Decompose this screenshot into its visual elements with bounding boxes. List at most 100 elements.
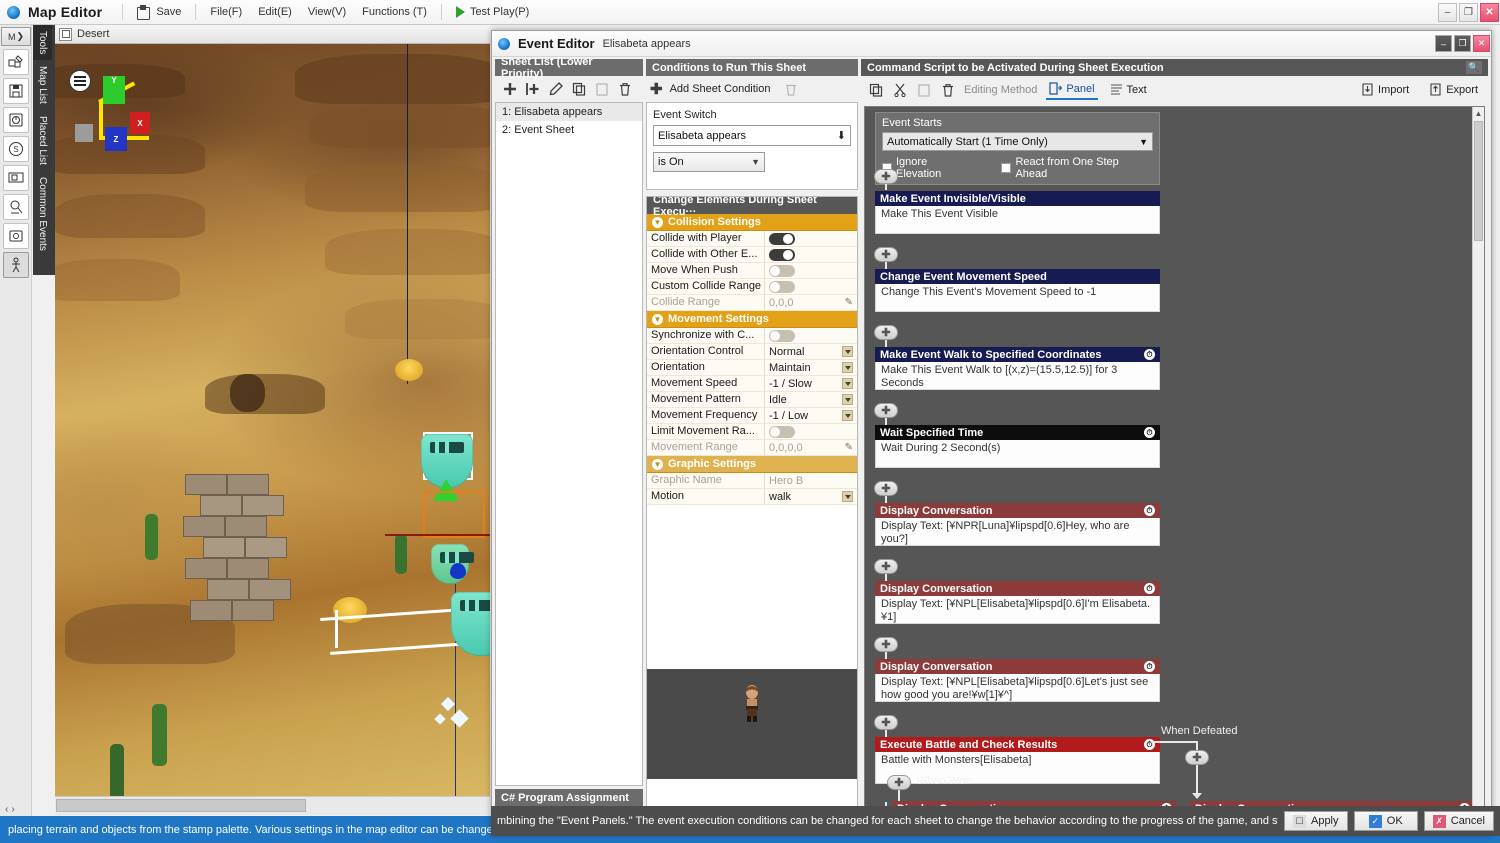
- tab-panel[interactable]: Panel: [1046, 80, 1097, 100]
- maximize-button[interactable]: ❐: [1459, 3, 1478, 22]
- property-row[interactable]: Movement Frequency -1 / Low: [647, 408, 857, 424]
- axis-arrow-x[interactable]: [385, 534, 490, 536]
- close-button[interactable]: ✕: [1480, 3, 1499, 22]
- cut-icon[interactable]: [892, 83, 907, 98]
- apply-button[interactable]: ☐ Apply: [1284, 811, 1348, 831]
- property-value[interactable]: Idle: [765, 392, 857, 407]
- money-icon[interactable]: S: [3, 136, 29, 162]
- property-row[interactable]: Orientation Control Normal: [647, 344, 857, 360]
- property-row[interactable]: Motion walk: [647, 489, 857, 505]
- toggle-switch[interactable]: [769, 265, 795, 277]
- property-row[interactable]: Movement Speed -1 / Slow: [647, 376, 857, 392]
- event-panel[interactable]: Wait Specified Time ⏱ Wait During 2 Seco…: [875, 425, 1160, 468]
- add-panel-button[interactable]: ✚: [874, 637, 898, 652]
- menu-edit[interactable]: Edit(E): [250, 3, 300, 21]
- property-value[interactable]: Maintain: [765, 360, 857, 375]
- add-panel-button[interactable]: ✚: [874, 715, 898, 730]
- map-horizontal-scrollbar[interactable]: [55, 796, 490, 815]
- property-value[interactable]: [765, 328, 857, 343]
- stamp-tool-icon[interactable]: [3, 49, 29, 75]
- ee-maximize-button[interactable]: ❐: [1454, 35, 1471, 52]
- event-panel[interactable]: Change Event Movement Speed Change This …: [875, 269, 1160, 312]
- event-panel-canvas[interactable]: Event Starts Automatically Start (1 Time…: [864, 106, 1485, 828]
- event-panel[interactable]: Display Conversation ⏱ Display Text: [¥N…: [875, 659, 1160, 702]
- dropdown-arrow-icon[interactable]: [842, 410, 853, 421]
- toggle-switch[interactable]: [769, 330, 795, 342]
- property-value[interactable]: [765, 247, 857, 262]
- dropdown-arrow-icon[interactable]: [842, 491, 853, 502]
- copy-sheet-icon[interactable]: [571, 82, 586, 97]
- add-panel-button[interactable]: ✚: [874, 247, 898, 262]
- add-panel-button[interactable]: ✚: [874, 559, 898, 574]
- toggle-switch[interactable]: [769, 281, 795, 293]
- import-button[interactable]: Import: [1358, 81, 1412, 99]
- export-button[interactable]: Export: [1426, 81, 1481, 99]
- tab-text[interactable]: Text: [1107, 81, 1150, 99]
- add-panel-button[interactable]: ✚: [887, 775, 911, 790]
- test-play-button[interactable]: Test Play(P): [448, 3, 537, 21]
- property-row[interactable]: Collide with Other E...: [647, 247, 857, 263]
- copy-icon[interactable]: [868, 83, 883, 98]
- delete-icon[interactable]: [940, 83, 955, 98]
- search-person-icon[interactable]: [3, 194, 29, 220]
- save-map-icon[interactable]: [3, 78, 29, 104]
- property-value[interactable]: Normal: [765, 344, 857, 359]
- dropdown-arrow-icon[interactable]: [842, 362, 853, 373]
- property-value[interactable]: -1 / Slow: [765, 376, 857, 391]
- dock-tab-map-list[interactable]: Map List: [33, 60, 52, 110]
- waypoint-pin[interactable]: [450, 563, 466, 579]
- ok-button[interactable]: ✓ OK: [1354, 811, 1418, 831]
- group-graphic-settings[interactable]: ▼ Graphic Settings: [647, 456, 857, 473]
- group-movement-settings[interactable]: ▼ Movement Settings: [647, 311, 857, 328]
- toggle-switch[interactable]: [769, 233, 795, 245]
- map-nav-next[interactable]: ›: [11, 804, 14, 815]
- rename-sheet-icon[interactable]: [548, 82, 563, 97]
- property-value[interactable]: walk: [765, 489, 857, 504]
- property-value[interactable]: [765, 424, 857, 439]
- dock-tab-placed-list[interactable]: Placed List: [33, 110, 52, 171]
- save-button[interactable]: Save: [129, 3, 189, 22]
- dropdown-arrow-icon[interactable]: [842, 346, 853, 357]
- property-value[interactable]: [765, 279, 857, 294]
- react-one-step-ahead-checkbox[interactable]: React from One Step Ahead: [1001, 156, 1153, 180]
- sheet-list-item[interactable]: 2: Event Sheet: [496, 121, 642, 139]
- dock-tab-common-events[interactable]: Common Events: [33, 171, 52, 257]
- dropdown-arrow-icon[interactable]: [842, 378, 853, 389]
- screen-icon[interactable]: [3, 165, 29, 191]
- insert-sheet-icon[interactable]: [525, 82, 540, 97]
- event-switch-select[interactable]: Elisabeta appears ⬇: [653, 125, 851, 146]
- property-row[interactable]: Orientation Maintain: [647, 360, 857, 376]
- map-nav-prev[interactable]: ‹: [5, 804, 8, 815]
- add-panel-button[interactable]: ✚: [874, 481, 898, 496]
- menu-functions[interactable]: Functions (T): [354, 3, 435, 21]
- ee-minimize-button[interactable]: –: [1435, 35, 1452, 52]
- menu-view[interactable]: View(V): [300, 3, 354, 21]
- npc-entity[interactable]: [431, 544, 469, 584]
- add-panel-button[interactable]: ✚: [874, 169, 898, 184]
- map-tab-label[interactable]: Desert: [77, 28, 109, 40]
- canvas-vertical-scrollbar[interactable]: ▲ ▼: [1472, 107, 1484, 827]
- event-panel[interactable]: Make Event Invisible/Visible Make This E…: [875, 191, 1160, 234]
- menu-file[interactable]: File(F): [202, 3, 250, 21]
- property-row[interactable]: Movement Pattern Idle: [647, 392, 857, 408]
- character-move-icon[interactable]: [3, 252, 29, 278]
- add-panel-button[interactable]: ✚: [874, 325, 898, 340]
- device-icon[interactable]: [3, 223, 29, 249]
- property-row[interactable]: Limit Movement Ra...: [647, 424, 857, 440]
- toggle-switch[interactable]: [769, 426, 795, 438]
- dropdown-arrow-icon[interactable]: [842, 394, 853, 405]
- event-panel[interactable]: Make Event Walk to Specified Coordinates…: [875, 347, 1160, 390]
- property-row[interactable]: Move When Push: [647, 263, 857, 279]
- add-panel-button[interactable]: ✚: [874, 403, 898, 418]
- scroll-up-arrow[interactable]: ▲: [1473, 107, 1484, 120]
- event-start-select[interactable]: Automatically Start (1 Time Only) ▼: [882, 132, 1153, 151]
- delete-sheet-icon[interactable]: [617, 82, 632, 97]
- add-sheet-condition-button[interactable]: Add Sheet Condition: [670, 83, 771, 95]
- cancel-button[interactable]: ✗ Cancel: [1424, 811, 1494, 831]
- canvas-scroll-thumb[interactable]: [1474, 121, 1483, 241]
- map-3d-viewport[interactable]: Y X Z: [55, 44, 490, 796]
- add-panel-button[interactable]: ✚: [1185, 750, 1209, 765]
- map-scroll-thumb[interactable]: [56, 799, 306, 812]
- event-panel[interactable]: Display Conversation ⏱ Display Text: [¥N…: [875, 581, 1160, 624]
- minimize-button[interactable]: –: [1438, 3, 1457, 22]
